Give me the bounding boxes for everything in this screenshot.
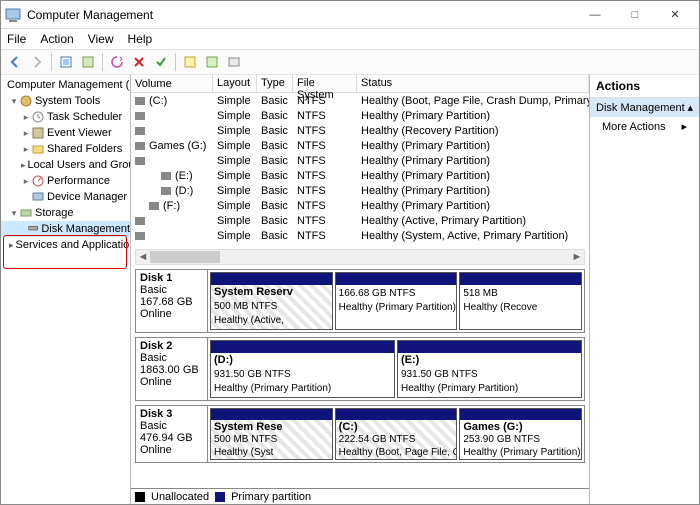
volume-row[interactable]: (F:)SimpleBasicNTFSHealthy (Primary Part… bbox=[131, 198, 589, 213]
disk-map: Disk 1Basic167.68 GBOnlineSystem Reserv5… bbox=[131, 269, 589, 488]
chevron-right-icon: ▸ bbox=[681, 120, 687, 133]
tree-task-scheduler[interactable]: ▸Task Scheduler bbox=[1, 109, 130, 125]
menu-view[interactable]: View bbox=[88, 32, 114, 46]
delete-button[interactable] bbox=[129, 52, 149, 72]
drive-icon bbox=[135, 232, 145, 240]
collapse-icon: ▴ bbox=[687, 101, 693, 114]
disk-row: Disk 1Basic167.68 GBOnlineSystem Reserv5… bbox=[135, 269, 585, 333]
partition[interactable]: (D:)931.50 GB NTFSHealthy (Primary Parti… bbox=[210, 340, 395, 398]
legend-primary: Primary partition bbox=[231, 491, 311, 503]
volume-row[interactable]: SimpleBasicNTFSHealthy (Recovery Partiti… bbox=[131, 123, 589, 138]
col-status[interactable]: Status bbox=[357, 75, 589, 92]
partition[interactable]: 518 MBHealthy (Recove bbox=[459, 272, 582, 330]
app-icon bbox=[5, 7, 21, 23]
partition[interactable]: (E:)931.50 GB NTFSHealthy (Primary Parti… bbox=[397, 340, 582, 398]
disk-info[interactable]: Disk 3Basic476.94 GBOnline bbox=[136, 406, 208, 462]
drive-icon bbox=[161, 172, 171, 180]
scroll-thumb[interactable] bbox=[150, 251, 220, 263]
disk-info[interactable]: Disk 2Basic1863.00 GBOnline bbox=[136, 338, 208, 400]
volume-row[interactable]: SimpleBasicNTFSHealthy (Active, Primary … bbox=[131, 213, 589, 228]
col-volume[interactable]: Volume bbox=[131, 75, 213, 92]
col-layout[interactable]: Layout bbox=[213, 75, 257, 92]
partition[interactable]: System Reserv500 MB NTFSHealthy (Active, bbox=[210, 272, 333, 330]
legend-unallocated: Unallocated bbox=[151, 491, 209, 503]
col-fs[interactable]: File System bbox=[293, 75, 357, 92]
window-title: Computer Management bbox=[27, 8, 575, 22]
drive-icon bbox=[149, 202, 159, 210]
checkmark-button[interactable] bbox=[151, 52, 171, 72]
disk-row: Disk 3Basic476.94 GBOnlineSystem Rese500… bbox=[135, 405, 585, 463]
legend: Unallocated Primary partition bbox=[131, 488, 589, 504]
tree-root[interactable]: Computer Management (Local bbox=[1, 77, 130, 93]
partition[interactable]: (C:)222.54 GB NTFSHealthy (Boot, Page Fi… bbox=[335, 408, 458, 460]
drive-icon bbox=[135, 127, 145, 135]
legend-unallocated-swatch bbox=[135, 492, 145, 502]
navigation-tree: Computer Management (Local ▾System Tools… bbox=[1, 75, 131, 504]
refresh-button[interactable] bbox=[107, 52, 127, 72]
tree-shared-folders[interactable]: ▸Shared Folders bbox=[1, 141, 130, 157]
tree-services[interactable]: ▸Services and Applications bbox=[1, 237, 130, 253]
volume-row[interactable]: SimpleBasicNTFSHealthy (Primary Partitio… bbox=[131, 108, 589, 123]
drive-icon bbox=[161, 187, 171, 195]
tree-storage[interactable]: ▾Storage bbox=[1, 205, 130, 221]
volume-row[interactable]: SimpleBasicNTFSHealthy (System, Active, … bbox=[131, 228, 589, 243]
drive-icon bbox=[135, 142, 145, 150]
minimize-button[interactable]: — bbox=[575, 2, 615, 28]
up-button[interactable] bbox=[56, 52, 76, 72]
volume-row[interactable]: Games (G:)SimpleBasicNTFSHealthy (Primar… bbox=[131, 138, 589, 153]
close-button[interactable]: ✕ bbox=[655, 2, 695, 28]
disk-row: Disk 2Basic1863.00 GBOnline(D:)931.50 GB… bbox=[135, 337, 585, 401]
list-button[interactable] bbox=[224, 52, 244, 72]
partition[interactable]: Games (G:)253.90 GB NTFSHealthy (Primary… bbox=[459, 408, 582, 460]
volume-header: Volume Layout Type File System Status bbox=[131, 75, 589, 93]
maximize-button[interactable]: □ bbox=[615, 2, 655, 28]
tree-disk-management[interactable]: Disk Management bbox=[1, 221, 130, 237]
forward-button[interactable] bbox=[27, 52, 47, 72]
drive-icon bbox=[135, 97, 145, 105]
properties-button[interactable] bbox=[78, 52, 98, 72]
actions-pane: Actions Disk Management▴ More Actions▸ bbox=[589, 75, 699, 504]
volume-row[interactable]: (D:)SimpleBasicNTFSHealthy (Primary Part… bbox=[131, 183, 589, 198]
toolbar bbox=[1, 49, 699, 75]
titlebar: Computer Management — □ ✕ bbox=[1, 1, 699, 29]
tree-local-users[interactable]: ▸Local Users and Groups bbox=[1, 157, 130, 173]
partition[interactable]: 166.68 GB NTFSHealthy (Primary Partition… bbox=[335, 272, 458, 330]
scroll-right-icon[interactable]: ► bbox=[570, 251, 584, 263]
actions-selected[interactable]: Disk Management▴ bbox=[590, 98, 699, 117]
tree-system-tools[interactable]: ▾System Tools bbox=[1, 93, 130, 109]
volume-list: (C:)SimpleBasicNTFSHealthy (Boot, Page F… bbox=[131, 93, 589, 243]
legend-primary-swatch bbox=[215, 492, 225, 502]
disk-info[interactable]: Disk 1Basic167.68 GBOnline bbox=[136, 270, 208, 332]
volume-row[interactable]: SimpleBasicNTFSHealthy (Primary Partitio… bbox=[131, 153, 589, 168]
actions-header: Actions bbox=[590, 75, 699, 98]
menu-file[interactable]: File bbox=[7, 32, 26, 46]
actions-more[interactable]: More Actions▸ bbox=[590, 117, 699, 136]
menu-help[interactable]: Help bbox=[128, 32, 153, 46]
tree-performance[interactable]: ▸Performance bbox=[1, 173, 130, 189]
menubar: File Action View Help bbox=[1, 29, 699, 49]
scroll-left-icon[interactable]: ◄ bbox=[136, 251, 150, 263]
tree-event-viewer[interactable]: ▸Event Viewer bbox=[1, 125, 130, 141]
drive-icon bbox=[135, 157, 145, 165]
menu-action[interactable]: Action bbox=[40, 32, 73, 46]
col-type[interactable]: Type bbox=[257, 75, 293, 92]
drive-icon bbox=[135, 217, 145, 225]
partition[interactable]: System Rese500 MB NTFSHealthy (Syst bbox=[210, 408, 333, 460]
volume-row[interactable]: (E:)SimpleBasicNTFSHealthy (Primary Part… bbox=[131, 168, 589, 183]
volume-row[interactable]: (C:)SimpleBasicNTFSHealthy (Boot, Page F… bbox=[131, 93, 589, 108]
tree-device-manager[interactable]: Device Manager bbox=[1, 189, 130, 205]
help-button[interactable] bbox=[180, 52, 200, 72]
back-button[interactable] bbox=[5, 52, 25, 72]
main-pane: Volume Layout Type File System Status (C… bbox=[131, 75, 589, 504]
horizontal-scrollbar[interactable]: ◄ ► bbox=[135, 249, 585, 265]
drive-icon bbox=[135, 112, 145, 120]
new-button[interactable] bbox=[202, 52, 222, 72]
